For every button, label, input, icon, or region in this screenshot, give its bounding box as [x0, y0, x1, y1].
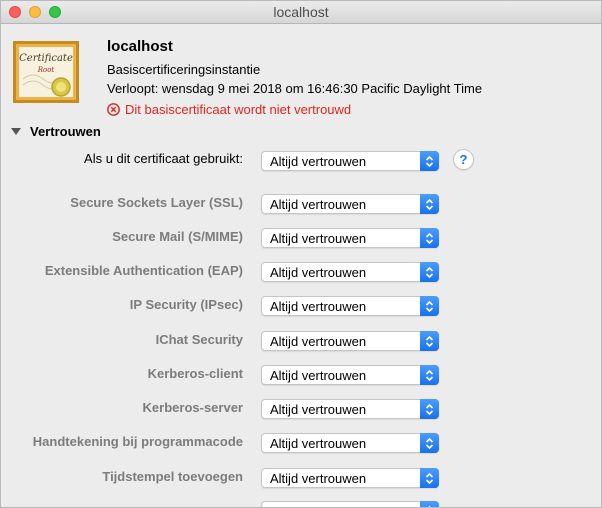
popup-stepper-icon: [420, 331, 439, 351]
certificate-expiry: Verloopt: wensdag 9 mei 2018 om 16:46:30…: [107, 81, 483, 96]
trust-warning-text: Dit basiscertificaat wordt niet vertrouw…: [125, 102, 352, 117]
popup-stepper-icon: [420, 262, 439, 282]
certificate-icon-subtitle: Root: [37, 66, 55, 74]
trust-row-label: IP Security (IPsec): [129, 297, 243, 312]
trust-row-value: Altijd vertrouwen: [270, 436, 367, 451]
trust-row-popup[interactable]: Altijd vertrouwen: [261, 365, 439, 385]
popup-stepper-icon: [420, 228, 439, 248]
trust-row-value: Altijd vertrouwen: [270, 197, 367, 212]
trust-row-popup[interactable]: Altijd vertrouwen: [261, 296, 439, 316]
trust-row-popup[interactable]: Altijd vertrouwen: [261, 228, 439, 248]
trust-row-popup[interactable]: Altijd vertrouwen: [261, 331, 439, 351]
when-using-value: Altijd vertrouwen: [270, 154, 367, 169]
trust-row-value: Altijd vertrouwen: [270, 334, 367, 349]
trust-row-popup[interactable]: Altijd vertrouwen: [261, 399, 439, 419]
trust-row-label: Secure Mail (S/MIME): [112, 229, 243, 244]
trust-section-toggle[interactable]: Vertrouwen: [9, 124, 101, 139]
certificate-name: localhost: [107, 38, 173, 55]
disclosure-triangle-icon[interactable]: [11, 128, 21, 135]
trust-row-popup[interactable]: Altijd vertrouwen: [261, 194, 439, 214]
trust-row-label: Handtekening bij programmacode: [32, 434, 243, 449]
trust-row-label: IChat Security: [155, 332, 243, 347]
popup-stepper-icon: [420, 399, 439, 419]
trust-row-value: Altijd vertrouwen: [270, 471, 367, 486]
popup-stepper-icon: [420, 501, 439, 507]
popup-stepper-icon: [420, 151, 439, 171]
trust-row-popup[interactable]: Altijd vertrouwen: [261, 468, 439, 488]
trust-row-value: Altijd vertrouwen: [270, 402, 367, 417]
trust-row-label: Extensible Authentication (EAP): [44, 263, 243, 278]
trust-row-label: Secure Sockets Layer (SSL): [70, 195, 243, 210]
trust-row-popup[interactable]: Altijd vertrouwen: [261, 433, 439, 453]
certificate-icon: Certificate Root: [13, 41, 79, 103]
trust-row-value: Altijd vertrouwen: [270, 299, 367, 314]
trust-section-label: Vertrouwen: [30, 124, 101, 139]
trust-warning: Dit basiscertificaat wordt niet vertrouw…: [107, 102, 351, 117]
trust-row-label: Kerberos-client: [147, 366, 243, 381]
trust-row-label: Tijdstempel toevoegen: [102, 469, 243, 484]
certificate-kind: Basiscertificeringsinstantie: [107, 62, 261, 77]
popup-stepper-icon: [420, 194, 439, 214]
error-icon: [107, 103, 120, 116]
window-title: localhost: [273, 4, 329, 20]
when-using-popup[interactable]: Altijd vertrouwen: [261, 151, 439, 171]
trust-row-popup[interactable]: [261, 501, 439, 507]
help-button[interactable]: ?: [453, 149, 474, 170]
when-using-label: Als u dit certificaat gebruikt:: [84, 151, 243, 166]
certificate-window: localhost Certificate Root localhost Bas…: [0, 0, 602, 508]
trust-row-label: Kerberos-server: [142, 400, 243, 415]
trust-row-popup[interactable]: Altijd vertrouwen: [261, 262, 439, 282]
popup-stepper-icon: [420, 296, 439, 316]
title-bar[interactable]: localhost: [1, 1, 601, 24]
trust-row-value: Altijd vertrouwen: [270, 231, 367, 246]
trust-row-value: Altijd vertrouwen: [270, 368, 367, 383]
popup-stepper-icon: [420, 433, 439, 453]
popup-stepper-icon: [420, 468, 439, 488]
popup-stepper-icon: [420, 365, 439, 385]
trust-row-value: Altijd vertrouwen: [270, 265, 367, 280]
certificate-icon-title: Certificate: [19, 53, 73, 64]
